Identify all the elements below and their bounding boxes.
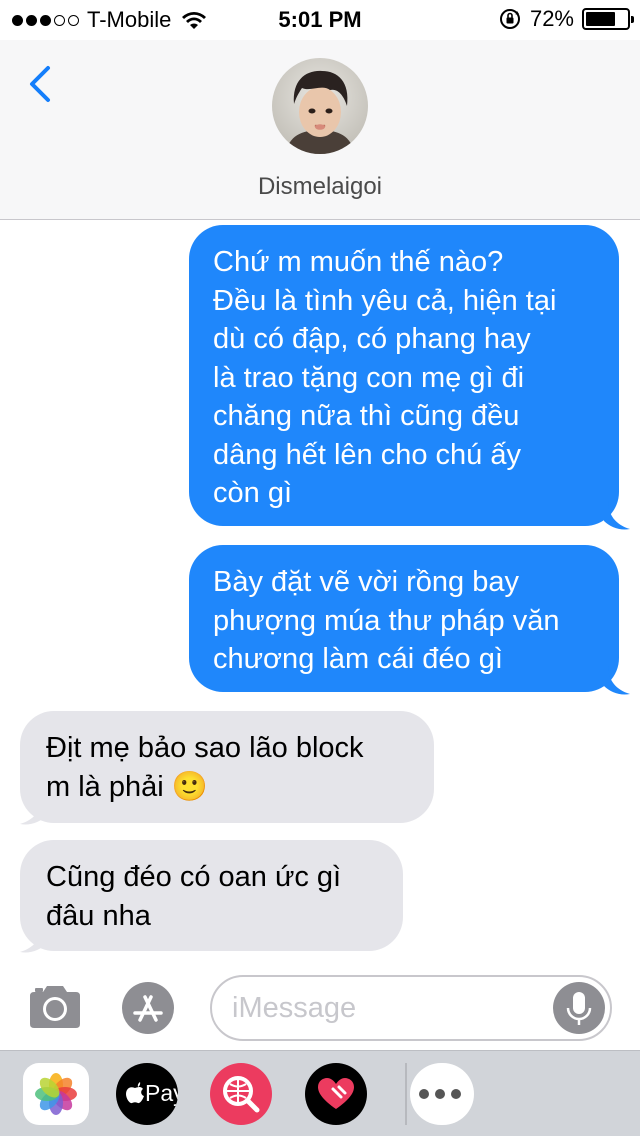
message-text-line: dù có đập, có phang hay [213, 323, 531, 355]
message-text-line: là trao tặng con mẹ gì đi [213, 361, 525, 394]
message-bubble-received[interactable]: Địt mẹ bảo sao lão block m là phải 🙂 [20, 711, 434, 823]
contact-photo [272, 58, 368, 154]
microphone-icon [566, 992, 592, 1025]
camera-button[interactable] [26, 982, 84, 1032]
contact-avatar[interactable] [272, 58, 368, 154]
status-right: 72% [498, 6, 634, 32]
battery-icon [582, 8, 634, 30]
message-bubble-received[interactable]: Cũng đéo có oan ức gì đâu nha [20, 840, 403, 951]
contact-name[interactable]: Dismelaigoi [0, 173, 640, 201]
orientation-lock-icon [499, 9, 520, 29]
message-text-line: Cũng đéo có oan ức gì [46, 861, 342, 893]
apple-pay-label: Pay [145, 1080, 178, 1106]
message-input[interactable] [232, 977, 552, 1039]
chevron-left-icon [30, 66, 50, 102]
message-bubble-sent[interactable]: Chứ m muốn thế nào? Đều là tình yêu cả, … [189, 225, 619, 526]
message-text-line: Bày đặt vẽ vời rồng bay [213, 566, 519, 598]
bubble-tail-received [20, 796, 46, 825]
message-text-line: còn gì [213, 477, 292, 509]
apple-logo-icon [126, 1082, 144, 1104]
message-bubble-sent[interactable]: Bày đặt vẽ vời rồng bay phượng múa thư p… [189, 545, 619, 692]
photos-app-button[interactable] [23, 1063, 89, 1125]
message-text-line: chăng nữa thì cũng đều [213, 400, 520, 432]
bubble-tail-sent [604, 666, 630, 695]
apple-pay-app-button[interactable]: Pay [116, 1063, 178, 1125]
message-text-line: phượng múa thư pháp văn [213, 604, 560, 637]
bubble-tail-received [20, 924, 46, 953]
message-text-line: chương làm cái đéo gì [213, 643, 503, 675]
search-images-icon [223, 1076, 260, 1113]
image-search-app-button[interactable] [210, 1063, 272, 1125]
dictation-button[interactable] [553, 982, 605, 1034]
message-text-line: Địt mẹ bảo sao lão block [46, 732, 364, 764]
battery-percent: 72% [529, 6, 574, 31]
camera-icon [30, 986, 80, 1028]
more-icon[interactable] [410, 1065, 470, 1123]
message-text-line: đâu nha [46, 899, 151, 932]
digital-touch-icon [318, 1078, 354, 1109]
conversation-header: Dismelaigoi [0, 40, 640, 220]
drawer-divider [405, 1063, 407, 1125]
app-drawer: Pay [0, 1050, 640, 1136]
compose-bar [0, 970, 640, 1050]
digital-touch-app-button[interactable] [305, 1063, 367, 1125]
back-button[interactable] [22, 60, 62, 110]
message-text-line: Chứ m muốn thế nào? [213, 246, 504, 278]
message-text-line: m là phải 🙂 [46, 770, 208, 803]
bubble-tail-sent [604, 501, 630, 530]
app-store-icon [122, 982, 174, 1034]
message-field[interactable] [210, 975, 612, 1041]
message-text-line: Đều là tình yêu cả, hiện tại [213, 284, 557, 317]
status-bar: T-Mobile 5:01 PM 72% [0, 0, 640, 40]
photos-icon [35, 1073, 77, 1115]
message-list[interactable]: Chứ m muốn thế nào? Đều là tình yêu cả, … [0, 221, 640, 969]
app-store-button[interactable] [118, 980, 180, 1036]
message-text-line: dâng hết lên cho chú ấy [213, 438, 521, 471]
